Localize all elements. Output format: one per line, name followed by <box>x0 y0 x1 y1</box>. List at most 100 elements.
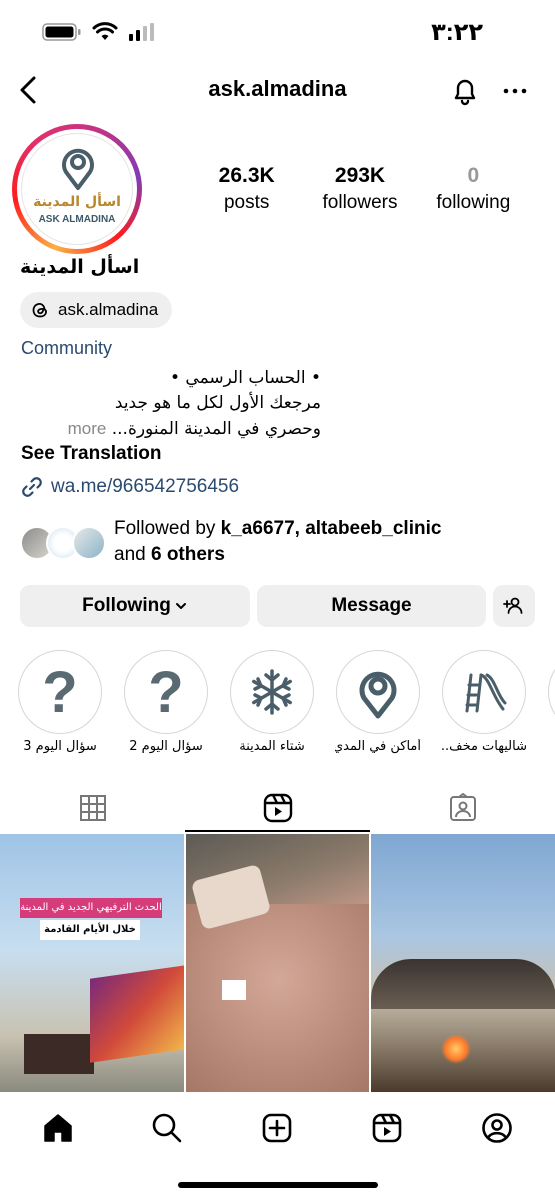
following-label: Following <box>82 595 171 616</box>
message-label: Message <box>331 595 412 616</box>
profile-tabs <box>0 784 555 832</box>
post-image-element <box>441 1034 472 1064</box>
more-dots-icon <box>503 88 527 94</box>
location-pin-logo-icon <box>62 148 94 190</box>
stat-label: posts <box>223 192 270 213</box>
add-user-icon <box>503 597 523 614</box>
followed-and: and <box>114 544 146 565</box>
post-image-element <box>185 904 370 1092</box>
stat-value: 293K <box>334 164 386 187</box>
wifi-icon <box>92 22 118 40</box>
highlight-item[interactable]: ? سؤال اليوم 3 <box>17 650 103 754</box>
highlight-item[interactable]: شاليهات مخف... <box>441 650 527 754</box>
post-image-element <box>221 980 246 1000</box>
reels-icon <box>263 793 292 823</box>
threads-handle: ask.almadina <box>58 300 159 319</box>
post-image-element <box>24 1034 94 1074</box>
status-icons <box>42 22 156 42</box>
profile-avatar[interactable]: اسأل المدينة ASK ALMADINA <box>12 124 142 254</box>
following-button[interactable]: Following <box>20 585 250 627</box>
message-button[interactable]: Message <box>257 585 486 627</box>
stat-followers[interactable]: 293K followers <box>303 164 416 214</box>
create-icon <box>262 1113 292 1143</box>
add-user-button[interactable] <box>493 585 535 627</box>
post-image-element <box>371 959 555 1009</box>
followed-by-text: Followed by k_a6677, altabeeb_clinic and… <box>114 516 441 568</box>
followed-by[interactable]: Followed by k_a6677, altabeeb_clinic and… <box>20 516 441 568</box>
post-overlay-text: الحدث الترفيهي الجديد في المدينة <box>20 898 162 918</box>
highlight-item[interactable]: أماكن في المدي... <box>335 650 421 754</box>
search-icon <box>152 1113 182 1143</box>
profile-icon <box>482 1113 512 1143</box>
home-icon <box>44 1114 72 1142</box>
tab-grid[interactable] <box>0 784 185 832</box>
link-text: wa.me/966542756456 <box>51 476 240 497</box>
story-highlights: ? سؤال اليوم 3 ? سؤال اليوم 2 شتاء المدي… <box>0 650 555 760</box>
post-thumbnail[interactable] <box>371 834 555 1092</box>
svg-text:?: ? <box>42 662 77 722</box>
stat-label: following <box>436 192 511 213</box>
nav-search[interactable] <box>147 1108 187 1148</box>
stat-value: 0 <box>467 164 480 187</box>
profile-stats: 26.3K posts 293K followers 0 following <box>190 164 530 214</box>
avatar-arabic-text: اسأل المدينة <box>33 194 121 210</box>
mutual-avatars <box>20 522 110 562</box>
threads-badge[interactable]: ask.almadina <box>20 292 173 328</box>
nav-create[interactable] <box>257 1108 297 1148</box>
reels-icon <box>372 1113 402 1143</box>
post-overlay-text: خلال الأيام القادمة <box>40 920 140 940</box>
signal-icon <box>129 23 154 41</box>
post-thumbnail[interactable]: الحدث الترفيهي الجديد في المدينة خلال ال… <box>0 834 184 1092</box>
highlight-item-partial[interactable] <box>547 650 555 734</box>
stat-label: followers <box>322 192 398 213</box>
nav-reels[interactable] <box>367 1108 407 1148</box>
profile-actions: Following Message <box>20 585 535 627</box>
highlight-label: شاليهات مخف... <box>441 739 527 754</box>
bio-line: مرجعك الأول لكل ما هو جديد <box>114 393 321 413</box>
avatar-logo: اسأل المدينة ASK ALMADINA <box>21 133 133 245</box>
nav-profile[interactable] <box>477 1108 517 1148</box>
location-pin-icon <box>359 671 397 719</box>
followed-users[interactable]: k_a6677, altabeeb_clinic <box>221 518 442 539</box>
followed-prefix: Followed by <box>114 518 216 539</box>
avatar <box>72 526 106 560</box>
bio-line: • الحساب الرسمي • <box>169 368 321 388</box>
highlight-label: سؤال اليوم 3 <box>23 739 97 754</box>
nav-home[interactable] <box>38 1108 78 1148</box>
notifications-button[interactable] <box>448 74 482 108</box>
stat-posts[interactable]: 26.3K posts <box>190 164 303 214</box>
profile-name: اسأل المدينة <box>20 256 140 278</box>
bio-line-last: وحصري في المدينة المنورة... more <box>21 416 321 442</box>
highlight-item[interactable]: ? سؤال اليوم 2 <box>123 650 209 754</box>
post-image-element <box>90 965 184 1063</box>
tab-tagged[interactable] <box>370 784 555 832</box>
tagged-icon <box>449 793 476 821</box>
slide-icon <box>465 673 507 713</box>
highlight-label: أماكن في المدي... <box>335 739 421 754</box>
tab-reels[interactable] <box>185 784 370 832</box>
highlight-item[interactable]: شتاء المدينة <box>229 650 315 754</box>
posts-grid: الحدث الترفيهي الجديد في المدينة خلال ال… <box>0 834 555 1092</box>
profile-category: Community <box>21 338 113 358</box>
more-options-button[interactable] <box>498 74 532 108</box>
profile-bio: • الحساب الرسمي • مرجعك الأول لكل ما هو … <box>21 366 321 442</box>
bio-more-link[interactable]: more <box>68 419 107 438</box>
status-bar: ٣:٢٢ <box>0 0 555 66</box>
stat-value: 26.3K <box>218 164 275 187</box>
see-translation-link[interactable]: See Translation <box>21 443 161 465</box>
profile-link[interactable]: wa.me/966542756456 <box>21 476 239 498</box>
question-mark-icon: ? <box>42 662 77 722</box>
active-tab-indicator <box>185 830 370 832</box>
post-thumbnail[interactable] <box>185 834 370 1092</box>
highlight-label: شتاء المدينة <box>239 739 305 754</box>
snowflake-icon <box>252 669 292 715</box>
bell-icon <box>454 79 476 106</box>
profile-header: ask.almadina <box>0 66 555 114</box>
grid-icon <box>79 795 106 821</box>
followed-others[interactable]: 6 others <box>151 544 225 565</box>
svg-text:?: ? <box>148 662 183 722</box>
stat-following[interactable]: 0 following <box>417 164 530 214</box>
avatar-english-text: ASK ALMADINA <box>38 214 116 225</box>
battery-icon <box>42 23 81 41</box>
link-icon <box>22 477 42 497</box>
